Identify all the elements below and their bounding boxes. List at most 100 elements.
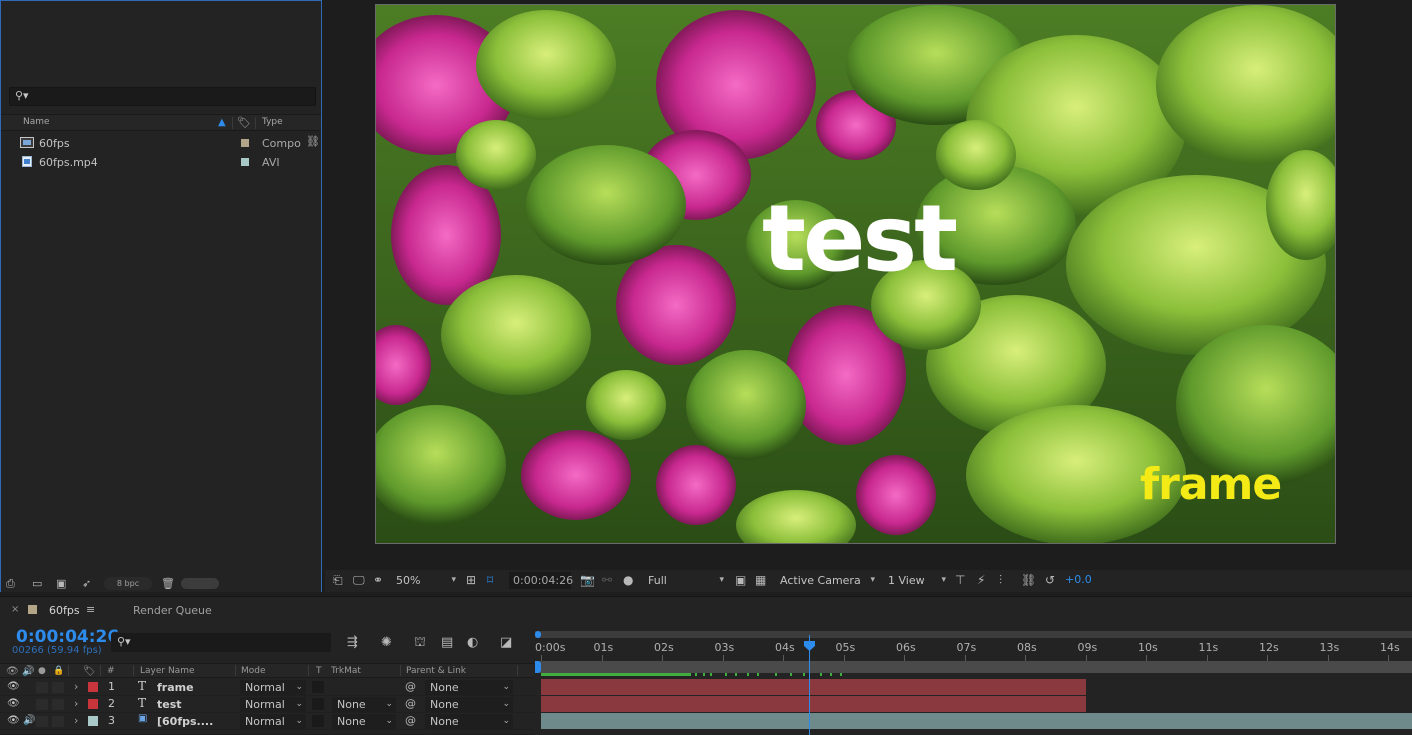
time-navigator[interactable] <box>535 631 1412 638</box>
label-swatch[interactable] <box>241 158 249 166</box>
column-mode[interactable]: Mode <box>241 666 266 676</box>
work-area-start-handle[interactable] <box>535 661 541 673</box>
lock-switch[interactable] <box>52 699 64 710</box>
preserve-transparency-switch[interactable] <box>312 715 324 727</box>
interpret-footage-icon[interactable]: ⎙ <box>6 577 15 591</box>
layer-name[interactable]: test <box>157 698 182 711</box>
mode-dropdown[interactable]: Normal ⌄ <box>240 680 306 695</box>
show-snapshot-icon[interactable]: ⚯ <box>602 573 612 587</box>
time-graph[interactable]: 0:00s 01s 02s 03s 04s 05s 06s 07s 08s 09s 10s 11s 12… <box>535 627 1412 735</box>
lock-switch[interactable] <box>52 716 64 727</box>
pick-whip-icon[interactable]: @ <box>405 714 416 727</box>
project-scrollbar[interactable] <box>181 578 219 589</box>
shy-layers-icon[interactable]: ⛫ <box>414 635 426 652</box>
color-channels-icon[interactable]: ● <box>623 573 633 587</box>
sort-ascending-icon[interactable]: ▲ <box>218 117 226 128</box>
transparency-grid-icon[interactable]: ▦ <box>755 573 766 587</box>
layer-duration-bar[interactable] <box>541 679 1086 695</box>
exposure-value[interactable]: +0.0 <box>1065 573 1092 586</box>
eye-icon[interactable]: 👁 <box>7 698 20 709</box>
frame-blending-icon[interactable]: ▤ <box>441 635 453 650</box>
project-item[interactable]: 60fps Compo ⛓ <box>1 134 321 152</box>
composition-mini-flowchart-icon[interactable]: ⇶ <box>347 635 358 650</box>
draft-3d-icon[interactable]: ✺ <box>381 635 392 650</box>
layer-duration-bar[interactable] <box>541 696 1086 712</box>
chevron-right-icon[interactable]: › <box>74 680 78 693</box>
column-t[interactable]: T <box>316 666 322 676</box>
timeline-icon[interactable]: ⫶ <box>999 573 1002 588</box>
label-swatch[interactable] <box>88 682 98 692</box>
camera-view-dropdown[interactable]: Active Camera ▾ <box>780 572 877 589</box>
lock-switch[interactable] <box>52 682 64 693</box>
snapshot-camera-icon[interactable]: 📷 <box>580 573 595 587</box>
vr-goggles-icon[interactable]: ⚭ <box>373 573 383 587</box>
label-swatch[interactable] <box>88 716 98 726</box>
panel-menu-icon[interactable]: ≡ <box>86 603 95 616</box>
chevron-right-icon[interactable]: › <box>74 714 78 727</box>
preserve-transparency-switch[interactable] <box>312 698 324 710</box>
flowchart-icon[interactable]: ⛓ <box>306 135 320 148</box>
solo-switch[interactable] <box>36 699 48 710</box>
close-icon[interactable]: × <box>11 604 19 615</box>
video-switch-icon[interactable]: 👁 <box>6 666 19 677</box>
parent-dropdown[interactable]: None ⌄ <box>425 714 513 729</box>
flowchart-icon[interactable]: ⛓ <box>1021 573 1036 587</box>
layer-row[interactable]: 👁 🔊 › 3 ▣ [60fps.... Normal ⌄ None ⌄ @ N… <box>0 713 534 730</box>
column-layer-name[interactable]: Layer Name <box>140 666 195 676</box>
speaker-icon[interactable]: 🔊 <box>23 715 35 726</box>
reset-exposure-icon[interactable]: ↺ <box>1045 573 1055 587</box>
tab-render-queue[interactable]: Render Queue <box>133 604 212 617</box>
solo-switch[interactable] <box>36 716 48 727</box>
monitor-icon[interactable]: 🖵 <box>353 573 365 588</box>
pick-whip-icon[interactable]: @ <box>405 697 416 710</box>
layer-name[interactable]: [60fps.... <box>157 715 213 728</box>
color-depth-button[interactable]: 8 bpc <box>104 577 152 590</box>
composition-frame[interactable]: test frame <box>375 4 1336 544</box>
mode-dropdown[interactable]: Normal ⌄ <box>240 714 306 729</box>
eye-icon[interactable]: 👁 <box>7 715 20 726</box>
region-of-interest-icon[interactable]: ▣ <box>735 573 746 587</box>
column-name[interactable]: Name <box>23 117 50 127</box>
project-item[interactable]: 60fps.mp4 AVI <box>1 153 321 171</box>
pick-whip-icon[interactable]: @ <box>405 680 416 693</box>
layer-name[interactable]: frame <box>157 681 194 694</box>
parent-dropdown[interactable]: None ⌄ <box>425 697 513 712</box>
fast-previews-icon[interactable]: ⚡ <box>977 573 985 587</box>
adobe-media-encoder-icon[interactable]: ➶ <box>82 577 91 590</box>
layer-duration-bar[interactable] <box>541 713 1412 729</box>
layer-row[interactable]: 👁 › 1 T frame Normal ⌄ @ None ⌄ <box>0 679 534 696</box>
text-layer-frame[interactable]: frame <box>1140 463 1282 507</box>
audio-switch-icon[interactable]: 🔊 <box>22 666 34 677</box>
project-search-input[interactable]: ⚲▾ <box>9 87 316 106</box>
chevron-right-icon[interactable]: › <box>74 697 78 710</box>
mode-dropdown[interactable]: Normal ⌄ <box>240 697 306 712</box>
label-tag-icon[interactable]: 🏷 <box>83 666 96 677</box>
eye-icon[interactable]: 👁 <box>7 681 20 692</box>
label-swatch[interactable] <box>88 699 98 709</box>
motion-blur-icon[interactable]: ◐ <box>467 635 478 650</box>
magnification-dropdown[interactable]: 50% ▾ <box>396 572 458 589</box>
work-area-bar[interactable] <box>535 661 1412 673</box>
current-time-display[interactable]: 0:00:04:26 <box>16 627 119 647</box>
new-folder-icon[interactable]: ▭ <box>32 577 42 590</box>
trash-icon[interactable]: 🗑 <box>161 577 175 590</box>
mask-visibility-icon[interactable]: ⌑ <box>487 573 493 587</box>
column-number[interactable]: # <box>107 666 115 676</box>
grid-guides-icon[interactable]: ⊞ <box>466 573 476 587</box>
lock-icon[interactable]: 🔒 <box>53 666 64 676</box>
current-time-field[interactable]: 0:00:04:26 <box>509 572 573 589</box>
label-tag-icon[interactable]: 🏷 <box>237 116 251 129</box>
new-composition-icon[interactable]: ▣ <box>56 577 66 590</box>
always-preview-icon[interactable]: ⎗ <box>333 573 343 588</box>
column-type[interactable]: Type <box>262 117 283 127</box>
text-layer-test[interactable]: test <box>762 193 958 285</box>
layer-search-input[interactable]: ⚲▾ <box>111 633 331 652</box>
label-swatch[interactable] <box>241 139 249 147</box>
trkmat-dropdown[interactable]: None ⌄ <box>332 697 396 712</box>
time-navigator-start-handle[interactable] <box>535 631 541 638</box>
toggle-pixel-aspect-icon[interactable]: ⊤ <box>955 573 965 587</box>
view-layout-dropdown[interactable]: 1 View ▾ <box>888 572 948 589</box>
resolution-dropdown[interactable]: Full ▾ <box>648 572 726 589</box>
graph-editor-icon[interactable]: ◪ <box>500 635 512 650</box>
tab-composition[interactable]: 60fps <box>49 604 80 617</box>
